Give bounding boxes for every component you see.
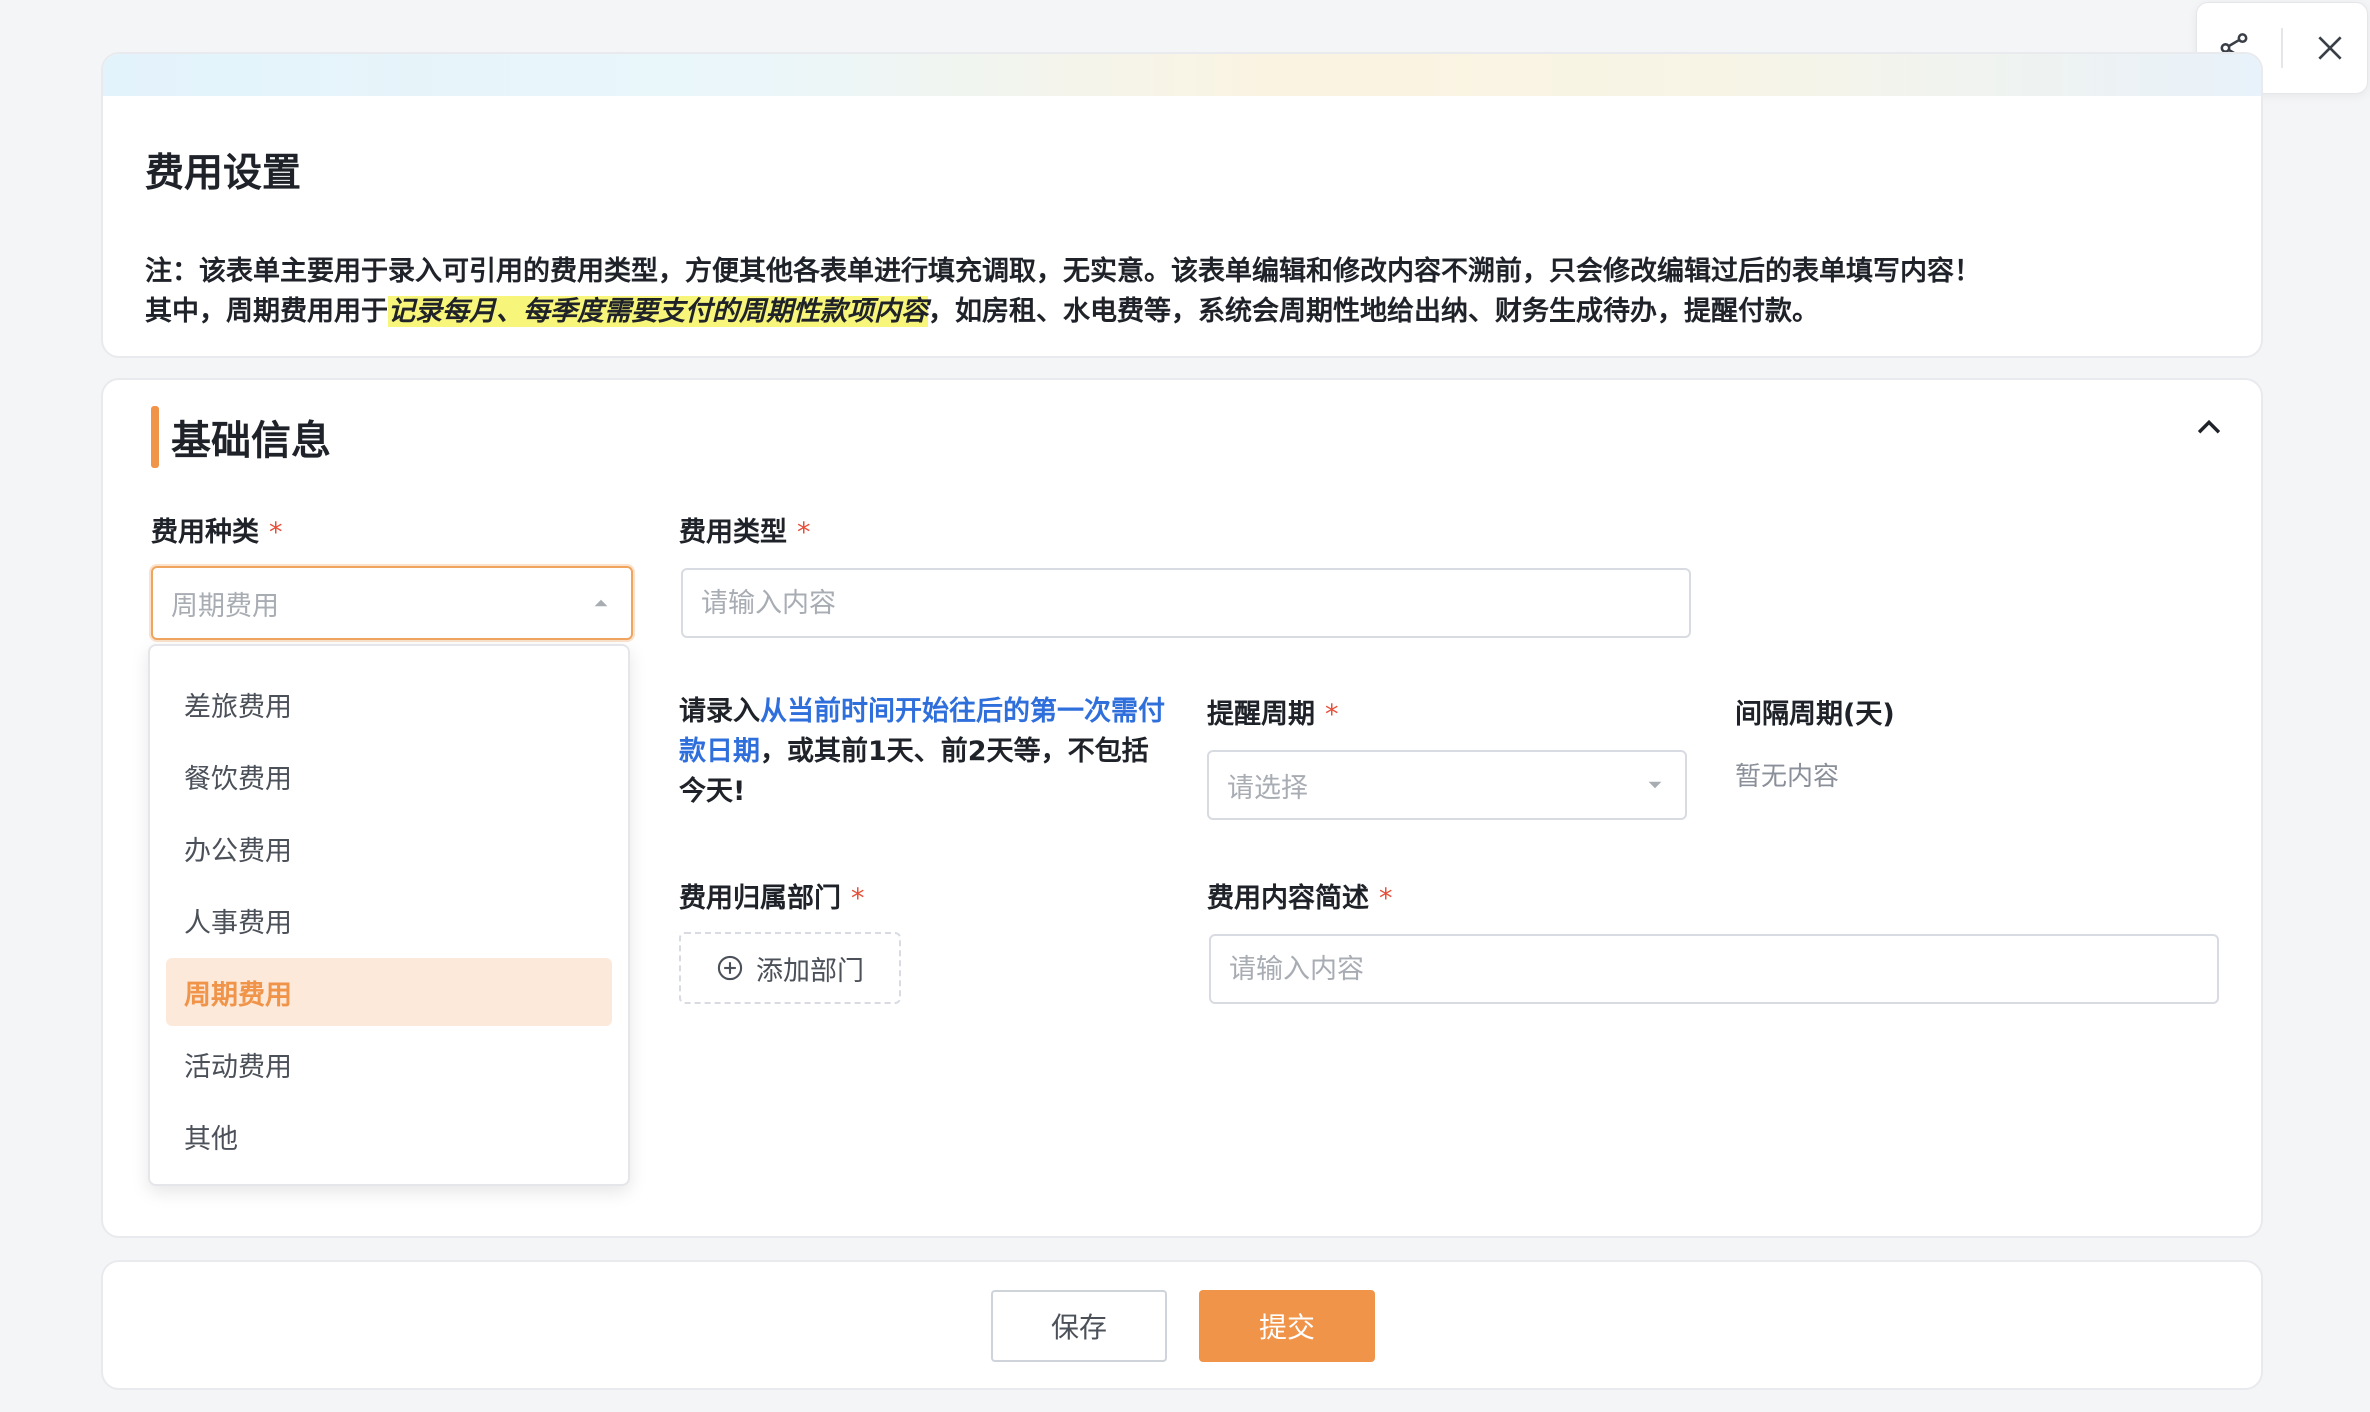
page: 费用设置 注：该表单主要用于录入可引用的费用类型，方便其他各表单进行填充调取，无…	[0, 0, 2370, 1412]
section-title: 基础信息	[151, 406, 331, 468]
dropdown-option[interactable]: 人事费用	[166, 886, 612, 954]
department-label: 费用归属部门 *	[679, 876, 865, 915]
section-accent-bar	[151, 406, 159, 468]
department-label-text: 费用归属部门	[679, 883, 841, 914]
save-button[interactable]: 保存	[991, 1290, 1167, 1362]
remind-cycle-select[interactable]: 请选择	[1207, 750, 1687, 820]
footer-card: 保存 提交	[101, 1260, 2263, 1390]
caret-up-icon	[594, 599, 608, 607]
category-select[interactable]: 周期费用	[151, 566, 633, 640]
category-label-text: 费用种类	[151, 517, 259, 548]
note-line-2: 其中，周期费用用于记录每月、每季度需要支付的周期性款项内容，如房租、水电费等，系…	[145, 292, 1981, 332]
add-department-button[interactable]: 添加部门	[679, 932, 901, 1004]
dropdown-option[interactable]: 餐饮费用	[166, 742, 612, 810]
note-highlight: 记录每月、每季度需要支付的周期性款项内容	[388, 296, 928, 327]
required-mark: *	[851, 883, 865, 914]
type-input[interactable]	[701, 587, 1689, 619]
date-hint: 请录入从当前时间开始往后的第一次需付款日期，或其前1天、前2天等，不包括今天!	[679, 692, 1169, 812]
hint-prefix: 请录入	[679, 696, 760, 727]
remind-cycle-placeholder: 请选择	[1227, 772, 1308, 804]
caret-down-icon	[1648, 781, 1662, 789]
category-label: 费用种类 *	[151, 510, 283, 549]
description-label-text: 费用内容简述	[1207, 883, 1369, 914]
description-label: 费用内容简述 *	[1207, 876, 1393, 915]
category-select-value: 周期费用	[171, 590, 279, 622]
dropdown-option[interactable]: 差旅费用	[166, 670, 612, 738]
note-line-2-prefix: 其中，周期费用用于	[145, 296, 388, 327]
dropdown-option[interactable]: 办公费用	[166, 814, 612, 882]
page-title: 费用设置	[145, 151, 302, 196]
add-department-label: 添加部门	[756, 955, 864, 987]
type-label: 费用类型 *	[679, 510, 811, 549]
description-input-box	[1209, 934, 2219, 1004]
dropdown-option-selected[interactable]: 周期费用	[166, 958, 612, 1026]
required-mark: *	[269, 517, 283, 548]
dropdown-option[interactable]: 活动费用	[166, 1030, 612, 1098]
category-dropdown: 差旅费用 餐饮费用 办公费用 人事费用 周期费用 活动费用 其他	[148, 644, 630, 1186]
section-title-text: 基础信息	[171, 418, 331, 464]
note-line-2-suffix: ，如房租、水电费等，系统会周期性地给出纳、财务生成待办，提醒付款。	[928, 296, 1819, 327]
type-input-box	[681, 568, 1691, 638]
remind-cycle-label: 提醒周期 *	[1207, 692, 1339, 731]
dropdown-option[interactable]: 其他	[166, 1102, 612, 1170]
remind-cycle-label-text: 提醒周期	[1207, 699, 1315, 730]
required-mark: *	[1379, 883, 1393, 914]
collapse-button[interactable]	[2189, 408, 2229, 448]
required-mark: *	[797, 517, 811, 548]
close-icon	[2318, 36, 2342, 60]
type-label-text: 费用类型	[679, 517, 787, 548]
chevron-up-icon	[2197, 419, 2221, 434]
interval-value: 暂无内容	[1735, 762, 1840, 792]
description-input[interactable]	[1229, 953, 2217, 985]
toolbar-divider	[2280, 28, 2283, 68]
note-line-1: 注：该表单主要用于录入可引用的费用类型，方便其他各表单进行填充调取，无实意。该表…	[145, 256, 1981, 287]
close-button[interactable]	[2304, 22, 2356, 74]
required-mark: *	[1325, 699, 1339, 730]
header-gradient-strip	[103, 54, 2261, 96]
interval-label: 间隔周期(天)	[1735, 699, 1895, 730]
submit-button[interactable]: 提交	[1199, 1290, 1375, 1362]
form-note: 注：该表单主要用于录入可引用的费用类型，方便其他各表单进行填充调取，无实意。该表…	[145, 252, 1981, 332]
plus-circle-icon	[716, 954, 744, 982]
header-card: 费用设置 注：该表单主要用于录入可引用的费用类型，方便其他各表单进行填充调取，无…	[101, 52, 2263, 358]
